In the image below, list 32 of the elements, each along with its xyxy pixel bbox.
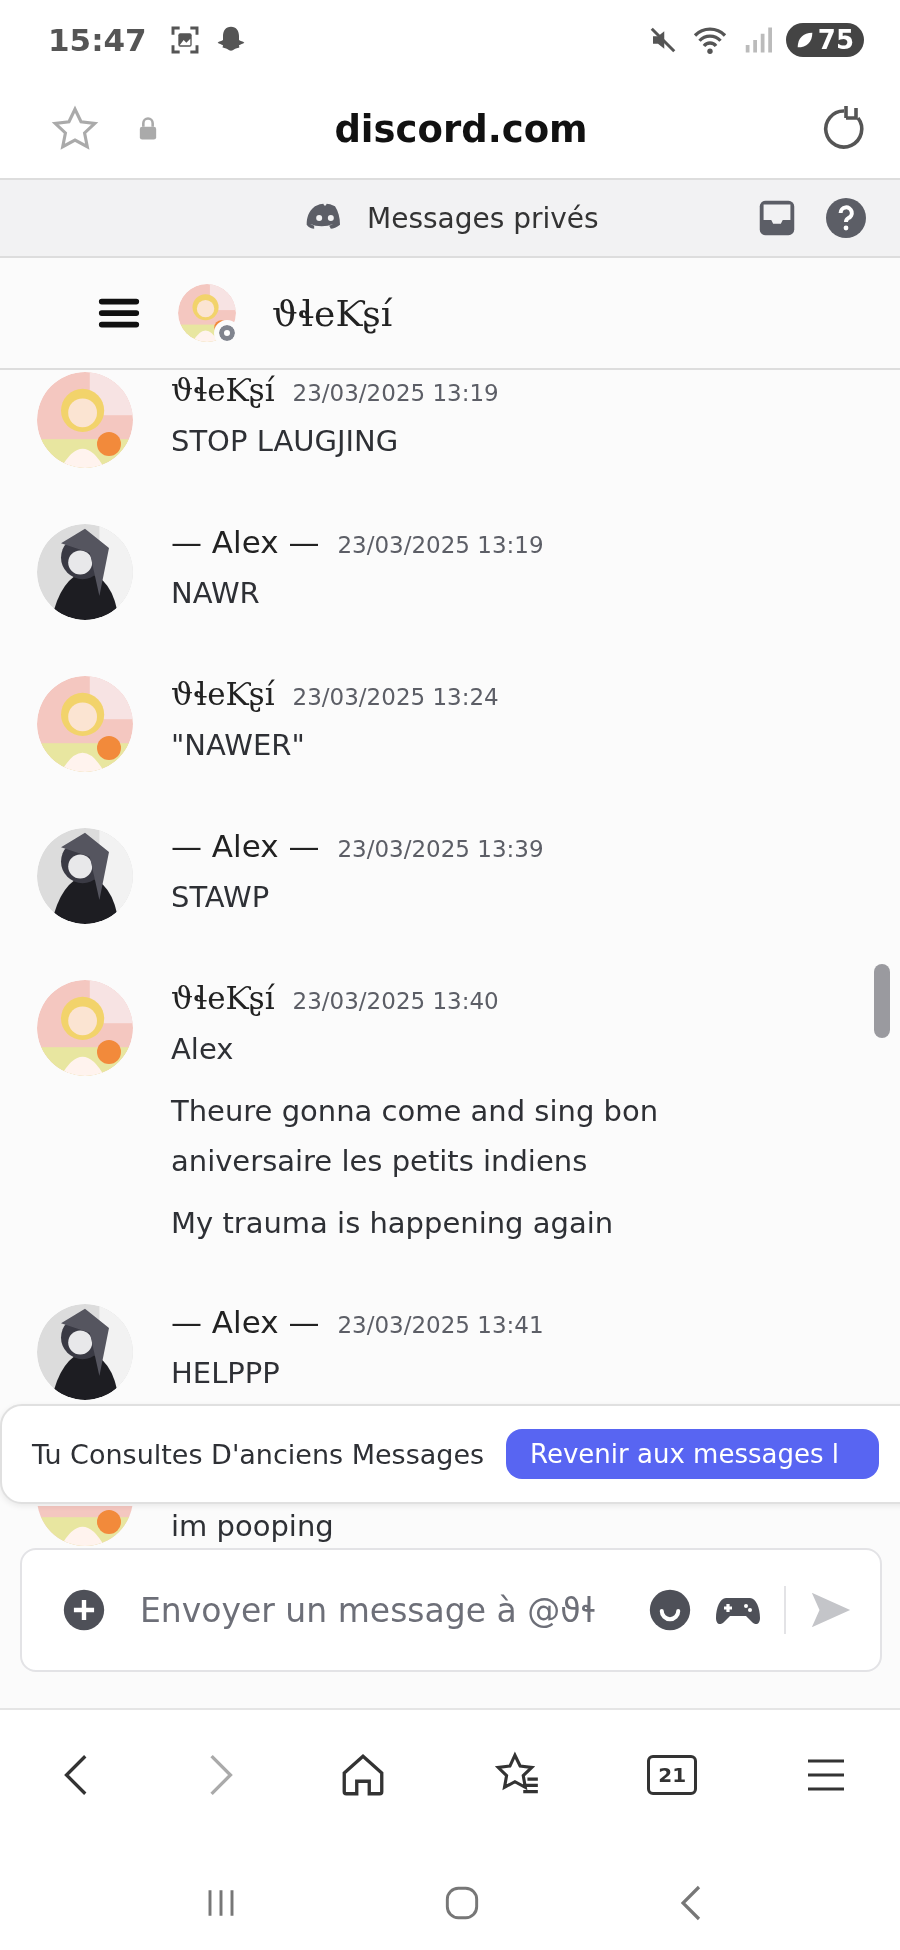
author-name[interactable]: ϑɬeƘʂí [171, 676, 275, 712]
message-text: My trauma is happening again [171, 1205, 615, 1242]
author-name[interactable]: — Alex — [171, 1304, 320, 1340]
message-field[interactable]: Envoyer un message à @ϑɬ [20, 1548, 882, 1672]
battery-level: 75 [817, 25, 854, 55]
message-input[interactable]: Envoyer un message à @ϑɬ [128, 1590, 626, 1630]
address-text[interactable]: discord.com [196, 107, 726, 151]
message-text: Theure gonna come and sing bon aniversaire les petits indiens [171, 1093, 660, 1180]
message-text: im pooping [171, 1508, 334, 1545]
author-name[interactable]: — Alex — [171, 524, 320, 560]
scrollbar-thumb[interactable] [874, 964, 890, 1038]
page-title: Messages privés [367, 201, 600, 235]
message-text: Alex [171, 1031, 235, 1068]
clock: 15:47 [48, 22, 147, 58]
tabs-button[interactable]: 21 [647, 1755, 698, 1795]
message-text: "NAWER" [171, 727, 306, 764]
timestamp: 23/03/2025 13:41 [337, 1312, 544, 1338]
timestamp: 23/03/2025 13:24 [292, 684, 499, 710]
author-name[interactable]: — Alex — [171, 828, 320, 864]
author-name[interactable]: ϑɬeƘʂí [171, 372, 275, 408]
message-text: STOP LAUGJING [171, 423, 400, 460]
timestamp: 23/03/2025 13:19 [337, 532, 544, 558]
author-name[interactable]: ϑɬeƘʂí [171, 980, 275, 1016]
timestamp: 23/03/2025 13:40 [292, 988, 499, 1014]
channel-name: ϑɬeƘʂí [272, 292, 393, 334]
message-text: STAWP [171, 879, 271, 916]
jump-to-present-button[interactable]: Revenir aux messages l [506, 1429, 879, 1479]
banner-text: Tu Consultes D'anciens Messages [32, 1438, 485, 1470]
message-text: NAWR [171, 575, 261, 612]
timestamp: 23/03/2025 13:19 [292, 380, 499, 406]
timestamp: 23/03/2025 13:39 [337, 836, 544, 862]
message-text: HELPPP [171, 1355, 281, 1392]
